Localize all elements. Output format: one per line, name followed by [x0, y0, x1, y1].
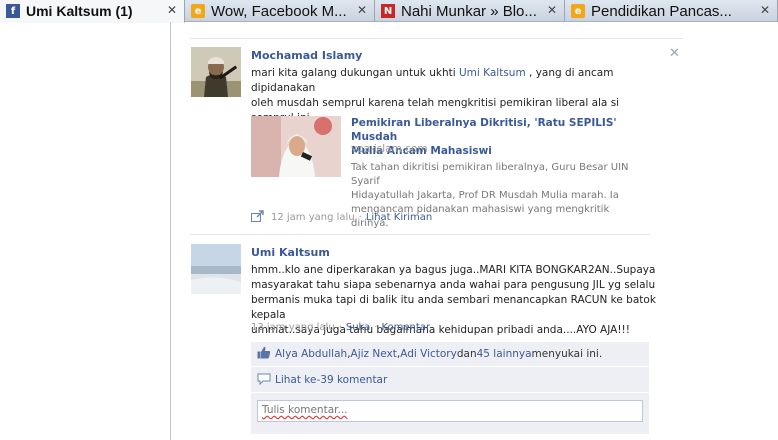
preview-desc-line: Tak tahan dikritisi pemikiran liberalnya…	[351, 162, 629, 187]
feed-divider	[190, 38, 683, 39]
preview-title-line: Pemikiran Liberalnya Dikritisi, 'Ratu SE…	[351, 117, 617, 143]
post-author[interactable]: Umi Kaltsum	[251, 246, 330, 259]
tab-umi-kaltsum[interactable]: f Umi Kaltsum (1) ✕	[0, 0, 185, 23]
other-likers-link[interactable]: 45 lainnya	[477, 348, 532, 360]
liker-name[interactable]: Adi Victory	[400, 348, 457, 360]
comment-link[interactable]: Komentar	[381, 322, 430, 333]
message-text: masyarakat tahu siapa sebenarnya anda wa…	[251, 279, 656, 291]
link-preview-thumbnail[interactable]	[251, 116, 341, 177]
meta-separator: ·	[358, 212, 362, 223]
view-comments-row[interactable]: Lihat ke-39 komentar	[251, 372, 649, 388]
likes-summary: Alya Abdullah, Ajiz Next, Adi Victory da…	[251, 346, 649, 362]
liker-name[interactable]: Alya Abdullah	[275, 348, 347, 360]
comment-panel: Alya Abdullah, Ajiz Next, Adi Victory da…	[251, 342, 649, 434]
post-meta: 12 jam yang lalu · Lihat Kiriman	[251, 210, 432, 225]
panel-separator	[251, 392, 649, 393]
tab-title: Pendidikan Pancas...	[591, 2, 732, 20]
tab-title: Umi Kaltsum (1)	[26, 3, 133, 19]
mention-link[interactable]: Umi Kaltsum	[459, 67, 526, 79]
share-icon	[251, 210, 265, 225]
close-tab-icon[interactable]: ✕	[547, 3, 557, 17]
preview-desc-line: Hidayatullah Jakarta, Prof DR Musdah Mul…	[351, 190, 619, 201]
post-divider	[190, 234, 650, 235]
view-comments-link[interactable]: Lihat ke-39 komentar	[275, 374, 387, 386]
avatar[interactable]	[191, 47, 241, 97]
liker-name[interactable]: Ajiz Next	[351, 348, 397, 360]
facebook-icon: f	[6, 4, 20, 18]
post-timestamp[interactable]: 13 jam yang lalu	[251, 322, 335, 333]
panel-separator	[251, 366, 649, 367]
comment-bubble-icon	[257, 373, 271, 388]
likes-suffix: menyukai ini.	[531, 348, 603, 360]
n-icon: N	[381, 4, 395, 18]
left-column-border	[170, 22, 171, 440]
tab-title: Nahi Munkar » Blo...	[401, 2, 537, 20]
meta-separator: ·	[374, 322, 378, 333]
post-author[interactable]: Mochamad Islamy	[251, 49, 362, 62]
close-tab-icon[interactable]: ✕	[167, 3, 177, 17]
message-text: bermanis muka tapi di balik itu anda sem…	[251, 294, 656, 321]
comment-input[interactable]: Tulis komentar...	[257, 400, 643, 422]
view-post-link[interactable]: Lihat Kiriman	[366, 212, 432, 223]
remove-post-icon[interactable]: ✕	[669, 46, 680, 61]
link-preview-domain: voa-islam.com	[351, 143, 428, 155]
message-text: hmm..klo ane diperkarakan ya bagus juga.…	[251, 264, 656, 276]
tab-title: Wow, Facebook M...	[211, 2, 347, 20]
tab-wow-facebook[interactable]: e Wow, Facebook M... ✕	[185, 0, 375, 22]
thumbs-up-icon	[257, 346, 271, 362]
close-tab-icon[interactable]: ✕	[357, 3, 367, 17]
e-icon: e	[191, 4, 205, 18]
post-timestamp[interactable]: 12 jam yang lalu	[271, 212, 355, 223]
meta-separator: ·	[338, 322, 342, 333]
avatar[interactable]	[191, 244, 241, 294]
e-icon: e	[571, 4, 585, 18]
tab-pendidikan-pancasila[interactable]: e Pendidikan Pancas... ✕	[565, 0, 778, 22]
browser-tab-bar: f Umi Kaltsum (1) ✕ e Wow, Facebook M...…	[0, 0, 778, 23]
comment-placeholder: Tulis komentar...	[262, 404, 348, 416]
message-text: mari kita galang dukungan untuk ukhti	[251, 67, 459, 79]
text-separator: dan	[456, 348, 477, 360]
close-tab-icon[interactable]: ✕	[760, 3, 770, 17]
like-link[interactable]: Suka	[346, 322, 370, 333]
post-meta: 13 jam yang lalu · Suka · Komentar	[251, 322, 430, 333]
tab-nahi-munkar[interactable]: N Nahi Munkar » Blo... ✕	[375, 0, 565, 22]
